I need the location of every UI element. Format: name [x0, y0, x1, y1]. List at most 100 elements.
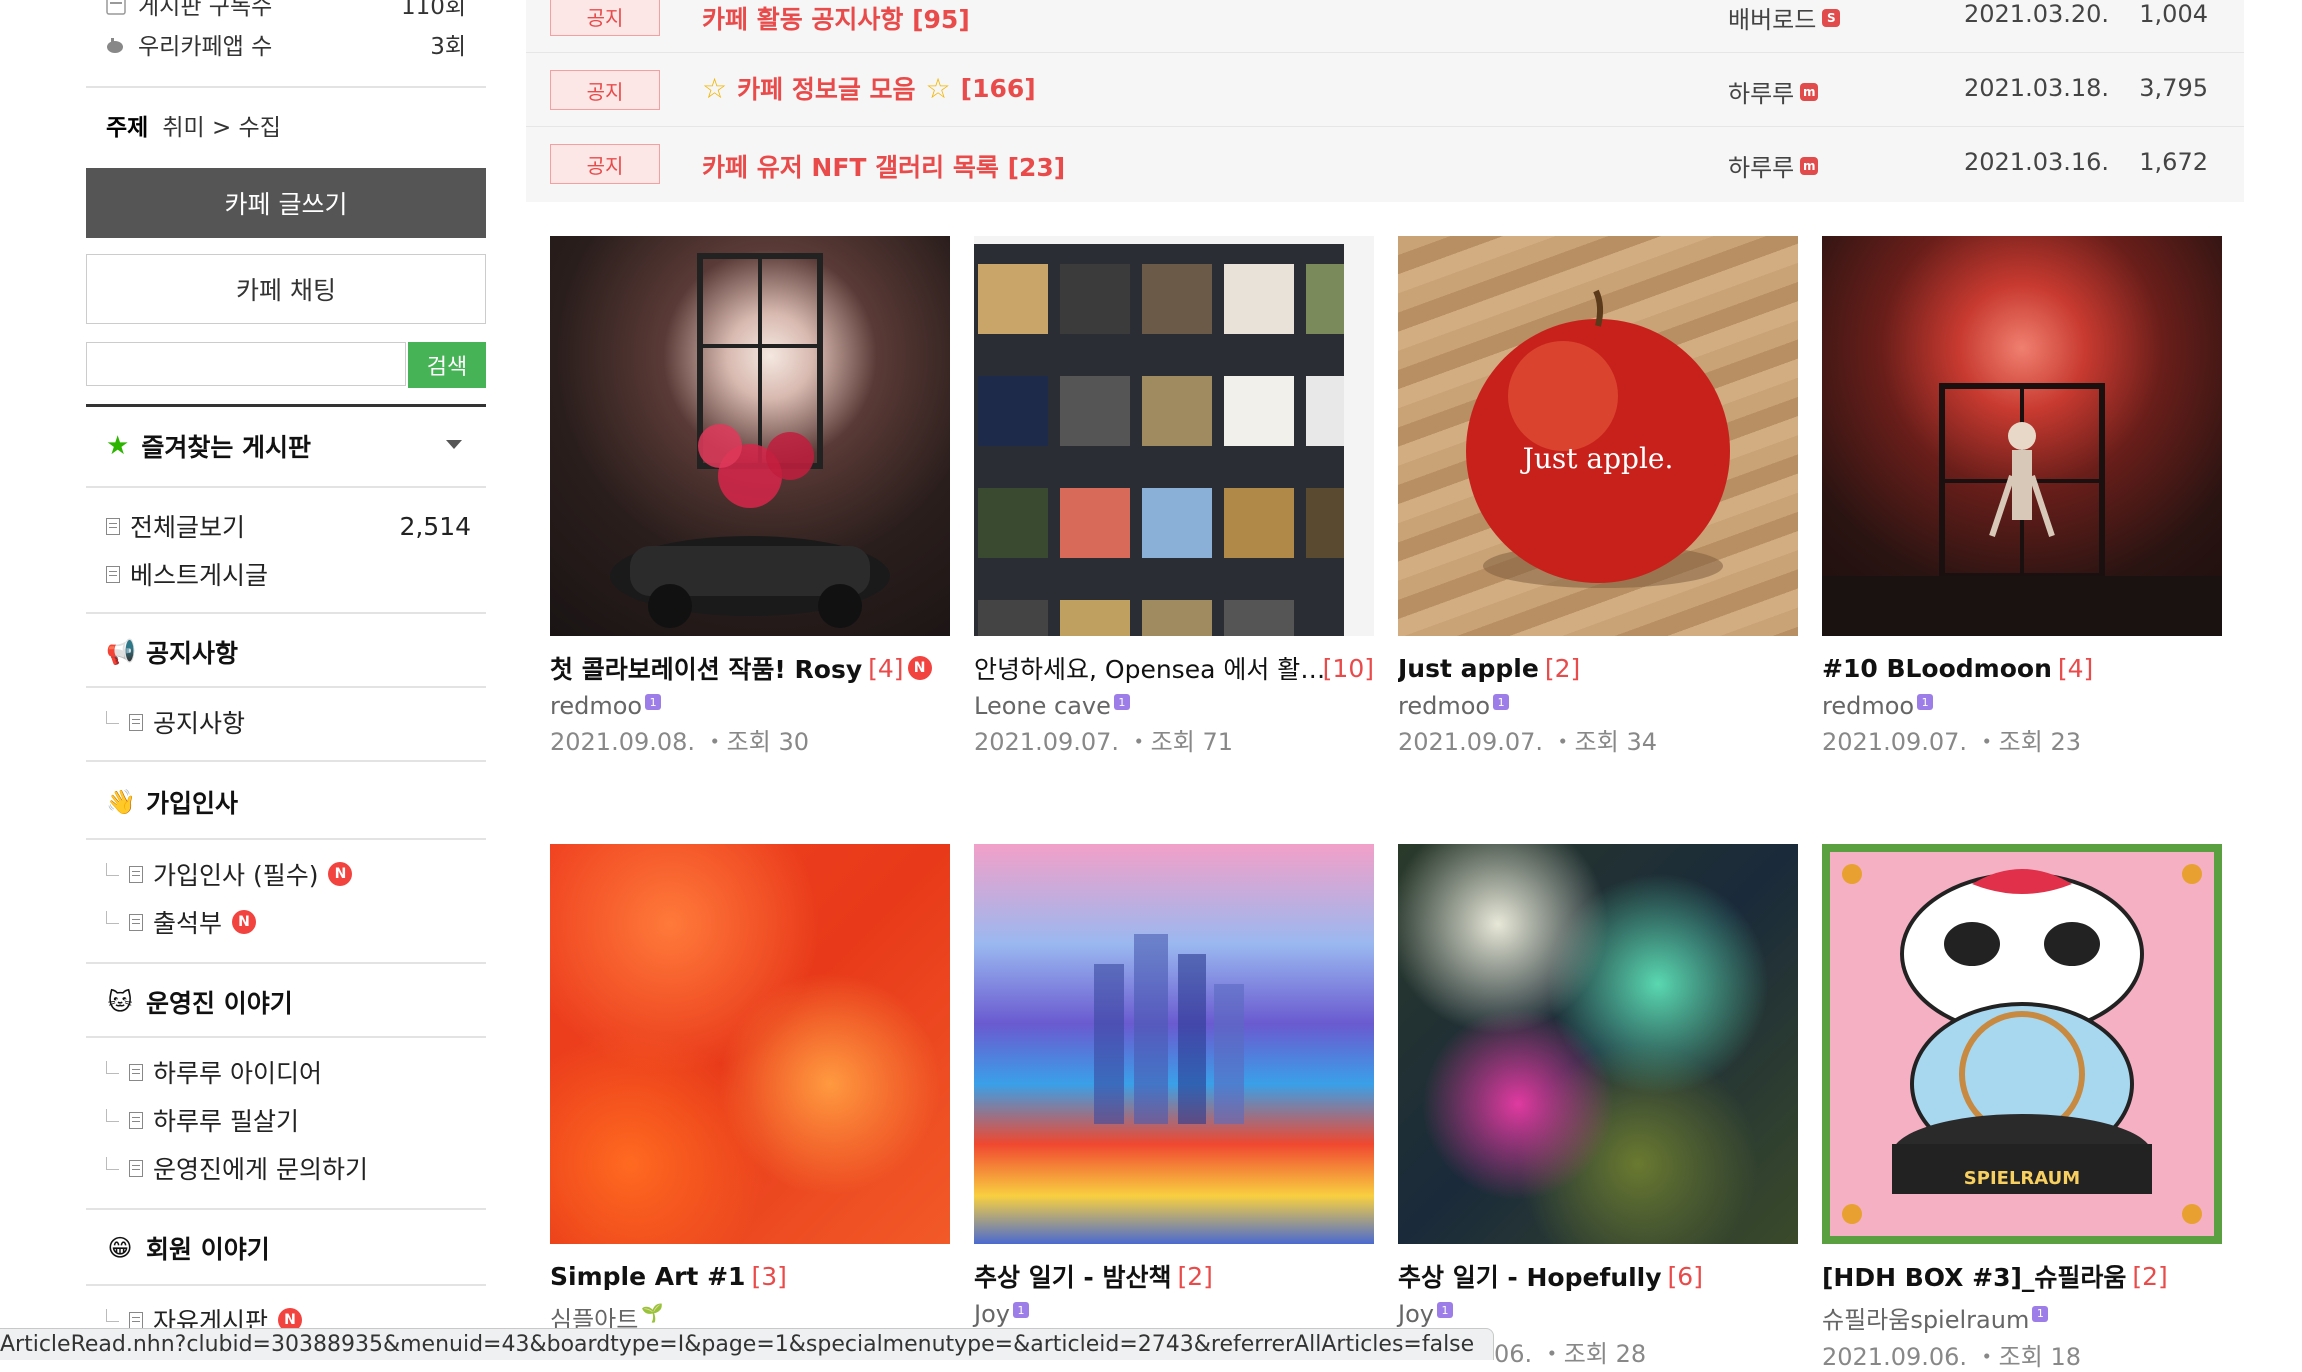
member-level-icon: 1 [645, 694, 662, 710]
post-title-link[interactable]: 추상 일기 - Hopefully [6] [1398, 1256, 1798, 1296]
post-thumbnail[interactable]: SPIELRAUM [1822, 844, 2222, 1244]
cafe-chat-button[interactable]: 카페 채팅 [86, 254, 486, 324]
write-post-button[interactable]: 카페 글쓰기 [86, 168, 486, 238]
post-date: 2021.09.07. [1822, 728, 1968, 756]
post-thumbnail[interactable] [1822, 236, 2222, 636]
gallery-card[interactable]: #10 BLoodmoon [4] redmoo 1 2021.09.07. ・조… [1822, 236, 2222, 757]
post-date: 2021.09.08. [550, 728, 696, 756]
divider [86, 612, 486, 614]
post-author[interactable]: redmoo 1 [1398, 692, 1798, 720]
grinning-face-icon: 😁 [107, 1234, 133, 1262]
menu-attendance[interactable]: 출석부 N [106, 904, 257, 940]
notice-title-link[interactable]: ☆ 카페 정보글 모음 ☆ [166] [702, 70, 1036, 106]
post-meta: 06. ・조회 28 [1494, 1334, 1646, 1369]
section-members: 😁 회원 이야기 [106, 1230, 269, 1266]
post-thumbnail[interactable] [974, 236, 1374, 636]
menu-join-greeting[interactable]: 가입인사 (필수) N [106, 856, 353, 892]
divider [86, 962, 486, 964]
menu-count: 2,514 [399, 511, 472, 541]
menu-contact-staff[interactable]: 운영진에게 문의하기 [106, 1150, 368, 1186]
menu-label: 전체글보기 [130, 513, 246, 542]
menu-haruru-idea[interactable]: 하루루 아이디어 [106, 1054, 322, 1090]
board-icon [129, 1311, 143, 1329]
gallery-card[interactable]: 추상 일기 - 밤산책 [2] Joy 1 [974, 844, 1374, 1328]
notice-row[interactable]: 공지 카페 활동 공지사항 [95] 배버로드 S 2021.03.20. 1,… [526, 0, 2244, 53]
post-title-link[interactable]: 첫 콜라보레이션 작품! Rosy [4] N [550, 648, 950, 688]
menu-haruru-skill[interactable]: 하루루 필살기 [106, 1102, 299, 1138]
post-author[interactable]: Leone cave 1 [974, 692, 1374, 720]
divider [86, 486, 486, 488]
notice-row[interactable]: 공지 ☆ 카페 정보글 모음 ☆ [166] 하루루 m 2021.03.18.… [526, 52, 2244, 127]
post-author[interactable]: redmoo 1 [550, 692, 950, 720]
member-level-icon: 1 [1436, 1302, 1453, 1318]
sidebar: 게시판 구독수 110회 우리카페앱 수 3회 주제 취미 > 수집 카페 글쓰기… [86, 0, 486, 1360]
notice-author[interactable]: 배버로드 S [1728, 0, 1841, 35]
post-author[interactable]: Joy 1 [1398, 1300, 1798, 1328]
menu-notice[interactable]: 공지사항 [106, 704, 245, 740]
post-title-link[interactable]: 추상 일기 - 밤산책 [2] [974, 1256, 1374, 1296]
post-author[interactable]: Joy 1 [974, 1300, 1374, 1328]
comment-count: [6] [1667, 1261, 1703, 1291]
bloodmoon-skeleton-art [1822, 383, 2222, 636]
favorites-header[interactable]: ★ 즐겨찾는 게시판 [106, 428, 311, 464]
tree-connector [106, 862, 119, 876]
search-input[interactable] [86, 342, 406, 386]
post-thumbnail[interactable] [974, 844, 1374, 1244]
bloodmoon-car-art [610, 253, 890, 628]
status-url: ArticleRead.nhn?clubid=30388935&menuid=4… [0, 1332, 1475, 1357]
stat-label: 게시판 구독수 [138, 0, 273, 20]
search-button[interactable]: 검색 [408, 342, 486, 388]
menu-all-posts[interactable]: 전체글보기 2,514 [106, 508, 471, 544]
post-thumbnail[interactable] [1398, 844, 1798, 1244]
post-thumbnail[interactable] [550, 236, 950, 636]
chevron-down-icon[interactable] [446, 440, 462, 449]
new-badge: N [232, 910, 257, 934]
cat-face-icon: 🐱 [107, 988, 133, 1016]
notice-views: 1,672 [2139, 148, 2208, 176]
megaphone-icon: 📢 [106, 638, 136, 666]
post-title-link[interactable]: Just apple [2] [1398, 648, 1798, 688]
notice-author[interactable]: 하루루 m [1728, 74, 1819, 109]
post-title-link[interactable]: 안녕하세요, Opensea 에서 활… [10] [974, 648, 1374, 688]
post-thumbnail[interactable] [550, 844, 950, 1244]
post-title-link[interactable]: Simple Art #1 [3] [550, 1256, 950, 1296]
post-title: Just apple [1398, 653, 1539, 683]
notice-title[interactable]: 카페 활동 공지사항 [95] [702, 0, 970, 36]
new-badge: N [907, 656, 932, 680]
post-title-link[interactable]: #10 BLoodmoon [4] [1822, 648, 2222, 688]
post-title-link[interactable]: [HDH BOX #3]_슈필라움 [2] [1822, 1256, 2222, 1296]
gallery-card[interactable]: 첫 콜라보레이션 작품! Rosy [4] N redmoo 1 2021.09.… [550, 236, 950, 757]
post-title: 추상 일기 - Hopefully [1398, 1263, 1662, 1292]
notice-author[interactable]: 하루루 m [1728, 148, 1819, 183]
gallery-card[interactable]: Just apple. Just apple [2] redmoo 1 2021.… [1398, 236, 1798, 757]
menu-best-posts[interactable]: 베스트게시글 [106, 556, 268, 592]
notice-date: 2021.03.20. [1964, 0, 2110, 28]
post-meta: 2021.09.07. ・조회 71 [974, 722, 1374, 757]
comment-count: [2] [2132, 1261, 2168, 1291]
comment-count: [3] [751, 1261, 787, 1291]
apple-art: Just apple. [1466, 289, 1730, 588]
post-author[interactable]: 슈필라움spielraum 1 [1822, 1300, 2222, 1335]
gallery-card[interactable]: 안녕하세요, Opensea 에서 활… [10] Leone cave 1 20… [974, 236, 1374, 757]
notice-tag: 공지 [550, 70, 660, 110]
divider [86, 1208, 486, 1210]
section-title: 공지사항 [146, 639, 239, 668]
gallery-card[interactable]: SPIELRAUM [HDH BOX #3]_슈필라움 [2] 슈필라움spie… [1822, 844, 2222, 1372]
gallery-card[interactable]: Simple Art #1 [3] 심플아트 🌱 [550, 844, 950, 1335]
post-thumbnail[interactable]: Just apple. [1398, 236, 1798, 636]
post-title: 추상 일기 - 밤산책 [974, 1263, 1172, 1292]
gallery-card[interactable]: 추상 일기 - Hopefully [6] Joy 1 [1398, 844, 1798, 1328]
notice-title[interactable]: 카페 유저 NFT 갤러리 목록 [23] [702, 148, 1065, 184]
notice-views: 1,004 [2139, 0, 2208, 28]
post-meta: 2021.09.06. ・조회 18 [1822, 1337, 2222, 1372]
comment-count: [10] [1322, 653, 1374, 683]
stat-value: 3회 [430, 34, 466, 60]
notice-row[interactable]: 공지 카페 유저 NFT 갤러리 목록 [23] 하루루 m 2021.03.1… [526, 126, 2244, 200]
comment-count: [2] [1177, 1261, 1213, 1291]
post-author[interactable]: redmoo 1 [1822, 692, 2222, 720]
menu-label: 하루루 필살기 [153, 1107, 299, 1136]
opensea-gallery-screenshot [974, 236, 1374, 636]
post-meta: 2021.09.08. ・조회 30 [550, 722, 950, 757]
staff-badge-icon: S [1822, 8, 1841, 27]
post-title: [HDH BOX #3]_슈필라움 [1822, 1263, 2127, 1292]
